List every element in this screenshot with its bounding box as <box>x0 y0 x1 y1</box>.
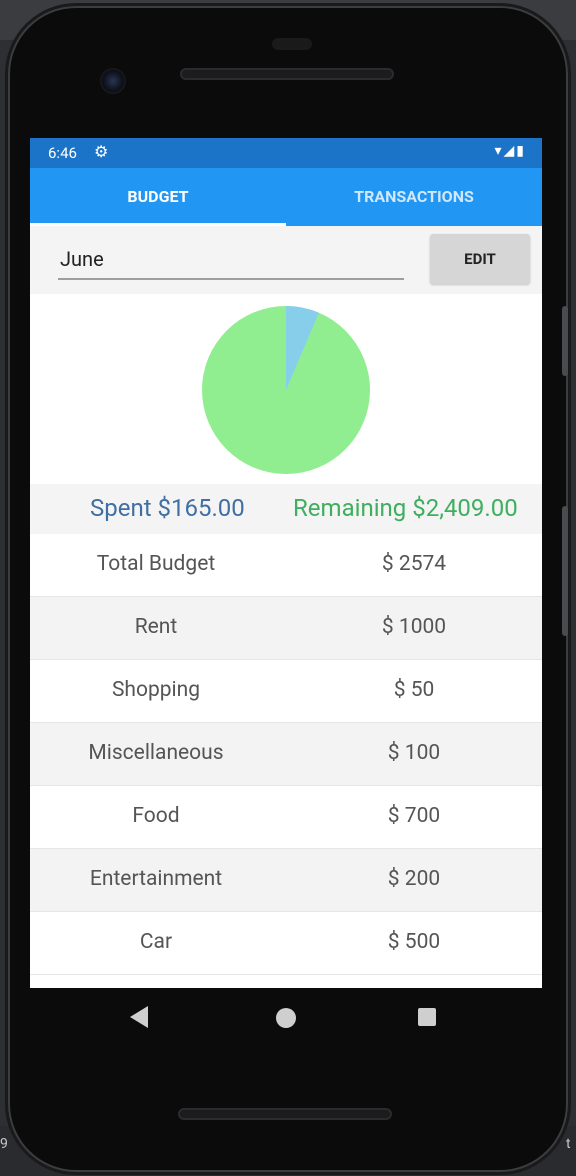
row-category: Shopping <box>111 678 201 702</box>
month-input[interactable]: June <box>58 244 404 280</box>
top-speaker <box>180 68 394 80</box>
earpiece <box>272 38 312 50</box>
status-bar: 6:46 ⚙ ▾◢▮ <box>30 138 542 168</box>
row-category: Food <box>132 804 180 828</box>
spent-label: Spent $165.00 <box>90 494 245 522</box>
row-amount: $ 200 <box>387 867 441 891</box>
status-icons: ▾◢▮ <box>494 143 526 159</box>
tab-bar: BUDGET TRANSACTIONS <box>30 168 542 226</box>
back-icon[interactable] <box>130 1006 148 1028</box>
table-row-car[interactable]: Car $ 500 <box>30 912 542 975</box>
row-amount: $ 500 <box>387 930 441 954</box>
remaining-label: Remaining $2,409.00 <box>293 494 518 522</box>
volume-button[interactable] <box>562 306 568 376</box>
budget-pie-chart <box>30 294 542 484</box>
home-icon[interactable] <box>276 1008 296 1028</box>
battery-icon: ▮ <box>516 143 526 159</box>
table-row-shopping[interactable]: Shopping $ 50 <box>30 660 542 723</box>
table-row-rent[interactable]: Rent $ 1000 <box>30 597 542 660</box>
budget-table: Total Budget $ 2574 Rent $ 1000 Shopping… <box>30 534 542 975</box>
row-amount: $ 1000 <box>381 615 447 639</box>
table-row-miscellaneous[interactable]: Miscellaneous $ 100 <box>30 723 542 786</box>
row-amount: $ 700 <box>387 804 441 828</box>
row-amount: $ 50 <box>393 678 435 702</box>
status-time: 6:46 <box>48 144 77 162</box>
month-row: June EDIT <box>30 226 542 294</box>
app-screen: 6:46 ⚙ ▾◢▮ BUDGET TRANSACTIONS June EDIT… <box>30 138 542 988</box>
signal-icon: ◢ <box>503 143 517 159</box>
wifi-icon: ▾ <box>494 143 504 159</box>
gear-icon: ⚙ <box>94 142 109 161</box>
tab-transactions[interactable]: TRANSACTIONS <box>286 168 542 226</box>
power-button[interactable] <box>562 506 568 636</box>
edit-button[interactable]: EDIT <box>430 234 530 284</box>
front-camera-icon <box>100 68 126 94</box>
row-amount: $ 2574 <box>381 552 447 576</box>
summary-row: Spent $165.00 Remaining $2,409.00 <box>30 484 542 534</box>
row-category: Miscellaneous <box>88 741 224 765</box>
recents-icon[interactable] <box>418 1008 436 1026</box>
pie-svg <box>202 306 370 474</box>
row-category: Rent <box>134 615 178 639</box>
table-row-total-budget[interactable]: Total Budget $ 2574 <box>30 534 542 597</box>
desktop-text-fragment-right: t <box>566 1136 571 1152</box>
system-nav-bar <box>30 988 542 1050</box>
row-category: Total Budget <box>96 552 216 576</box>
row-amount: $ 100 <box>387 741 441 765</box>
table-row-food[interactable]: Food $ 700 <box>30 786 542 849</box>
tab-budget[interactable]: BUDGET <box>30 168 286 226</box>
table-row-entertainment[interactable]: Entertainment $ 200 <box>30 849 542 912</box>
row-category: Car <box>139 930 173 954</box>
desktop-text-fragment-left: 9 <box>0 1136 8 1152</box>
bottom-speaker <box>178 1108 392 1120</box>
row-category: Entertainment <box>89 867 223 891</box>
